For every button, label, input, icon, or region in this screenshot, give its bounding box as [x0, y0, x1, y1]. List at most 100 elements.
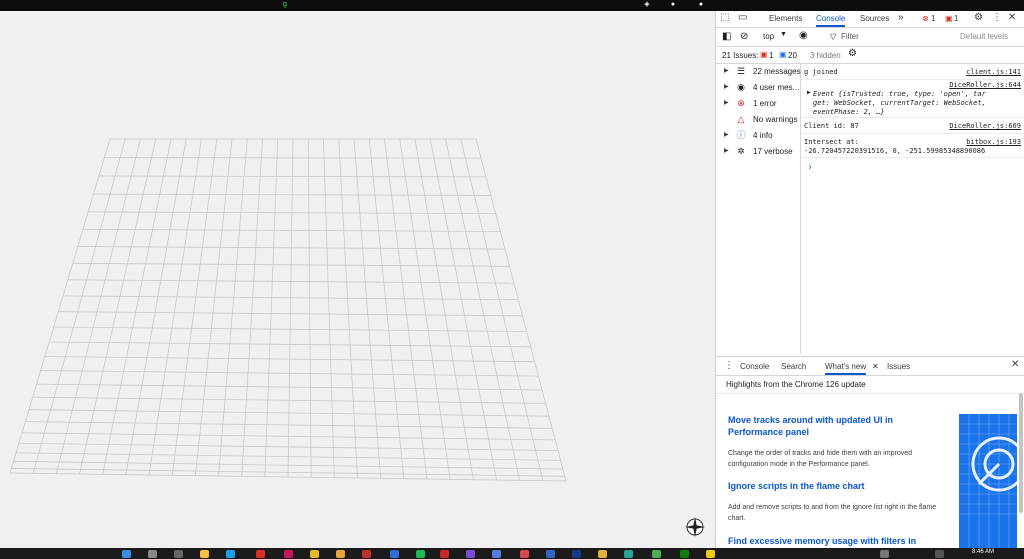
sidebar-item-user-messages[interactable]: ▶ ◉ 4 user mes...: [716, 82, 800, 96]
compass-icon[interactable]: [684, 516, 706, 538]
edge-icon[interactable]: [226, 550, 235, 558]
issue-info-icon: ▣: [779, 50, 787, 59]
clock[interactable]: 8:46 AM: [972, 549, 994, 555]
app-icon[interactable]: [310, 550, 319, 558]
expand-arrow-icon: ▶: [724, 100, 729, 106]
sidebar-item-verbose[interactable]: ▶ ✲ 17 verbose: [716, 146, 800, 160]
list-icon: ☰: [736, 66, 746, 76]
error-badge-icon: ⊗: [922, 14, 929, 23]
article-title[interactable]: Move tracks around with updated UI in Pe…: [728, 414, 918, 438]
eye-icon[interactable]: ◉: [799, 30, 808, 41]
message-text: g joined: [804, 68, 838, 76]
issues-label[interactable]: 21 Issues:: [722, 51, 758, 60]
start-icon[interactable]: [122, 550, 131, 558]
inspect-icon[interactable]: ⬚: [720, 12, 729, 23]
sidebar-item-warnings[interactable]: △ No warnings: [716, 114, 800, 128]
scrollbar[interactable]: [1019, 393, 1023, 513]
close-tab-icon[interactable]: ✕: [872, 362, 879, 371]
sidebar-item-errors[interactable]: ▶ ⊗ 1 error: [716, 98, 800, 112]
issues-bar: 21 Issues: ▣ 1 ▣ 20 3 hidden ⚙: [716, 47, 1024, 64]
grid-line: [79, 138, 157, 475]
tray-icon[interactable]: [880, 550, 889, 558]
grid-line: [323, 138, 335, 478]
folder-icon[interactable]: [336, 550, 345, 558]
issue-error-count[interactable]: 1: [769, 51, 773, 60]
xbox-icon[interactable]: [680, 550, 689, 558]
tab-elements[interactable]: Elements: [769, 14, 802, 23]
source-link[interactable]: client.js:141: [966, 68, 1021, 76]
expand-arrow-icon: ▶: [724, 148, 729, 154]
source-link[interactable]: DiceRoller.js:644: [949, 81, 1021, 89]
network-icon[interactable]: [935, 550, 944, 558]
app-icon[interactable]: [706, 550, 715, 558]
grid-line: [125, 138, 187, 475]
error-count[interactable]: 1: [931, 14, 935, 23]
expand-arrow-icon[interactable]: ▶: [807, 89, 811, 96]
source-link[interactable]: DiceRoller.js:669: [949, 122, 1021, 130]
app-icon[interactable]: [390, 550, 399, 558]
sidebar-toggle-icon[interactable]: ◧: [722, 31, 731, 42]
app-icon[interactable]: [652, 550, 661, 558]
grid-line: [399, 138, 451, 480]
app-icon[interactable]: [492, 550, 501, 558]
game-label: g: [283, 1, 287, 8]
device-icon[interactable]: ▭: [738, 12, 747, 23]
search-icon[interactable]: [148, 550, 157, 558]
sidebar-item-label: 22 messages: [753, 67, 801, 76]
spotify-icon[interactable]: [416, 550, 425, 558]
filter-input[interactable]: Filter: [841, 32, 859, 41]
grid-line: [338, 138, 358, 479]
app-icon[interactable]: [572, 550, 581, 558]
close-icon[interactable]: ✕: [1008, 12, 1016, 23]
app-icon[interactable]: [440, 550, 449, 558]
hidden-issues[interactable]: 3 hidden: [810, 51, 841, 60]
sidebar-item-info[interactable]: ▶ ⓘ 4 info: [716, 130, 800, 144]
chrome-icon[interactable]: [256, 550, 265, 558]
sidebar-item-messages[interactable]: ▶ ☰ 22 messages: [716, 66, 801, 80]
settings-icon[interactable]: ⚙: [974, 12, 983, 23]
bug-icon: ✲: [737, 146, 745, 156]
sidebar-item-label: 1 error: [753, 99, 777, 108]
article-body: Change the order of tracks and hide them…: [728, 450, 913, 468]
drawer-menu-icon[interactable]: ⋮: [724, 360, 734, 371]
drawer-tab-console[interactable]: Console: [740, 362, 769, 371]
issue-count[interactable]: 1: [954, 14, 958, 23]
issues-settings-icon[interactable]: ⚙: [848, 48, 857, 59]
shield-icon[interactable]: ◈: [643, 1, 651, 9]
users-icon[interactable]: ●: [669, 1, 677, 9]
more-tabs-icon[interactable]: »: [898, 12, 904, 23]
app-icon[interactable]: [520, 550, 529, 558]
user-icon[interactable]: ●: [697, 1, 705, 9]
kebab-menu-icon[interactable]: ⋮: [992, 12, 1002, 23]
console-prompt[interactable]: ›: [807, 162, 813, 173]
drawer-tab-whats-new[interactable]: What's new: [825, 362, 867, 375]
app-icon[interactable]: [466, 550, 475, 558]
tab-console[interactable]: Console: [816, 14, 846, 27]
expand-arrow-icon: ▶: [724, 68, 729, 74]
article-title[interactable]: Find excessive memory usage with filters…: [728, 535, 918, 547]
drawer-tab-search[interactable]: Search: [781, 362, 806, 371]
context-select[interactable]: top: [763, 32, 774, 41]
clear-console-icon[interactable]: ⊘: [740, 31, 748, 42]
message-text: -26.720457220391516, 0, -251.59985348890…: [804, 147, 986, 155]
tab-sources[interactable]: Sources: [860, 14, 889, 23]
close-drawer-icon[interactable]: ✕: [1011, 359, 1019, 370]
article-title[interactable]: Ignore scripts in the flame chart: [728, 480, 918, 492]
app-icon[interactable]: [598, 550, 607, 558]
app-icon[interactable]: [284, 550, 293, 558]
expand-arrow-icon: ▶: [724, 132, 729, 138]
app-icon[interactable]: [362, 550, 371, 558]
game-viewport[interactable]: [0, 11, 715, 548]
source-link[interactable]: bitbox.js:193: [966, 138, 1021, 146]
app-icon[interactable]: [624, 550, 633, 558]
app-icon[interactable]: [200, 550, 209, 558]
drawer-tab-issues[interactable]: Issues: [887, 362, 910, 371]
task-view-icon[interactable]: [174, 550, 183, 558]
app-icon[interactable]: [546, 550, 555, 558]
taskbar: 8:46 AM: [0, 548, 1024, 559]
issue-info-count[interactable]: 20: [788, 51, 797, 60]
levels-dropdown[interactable]: Default levels: [960, 32, 1008, 41]
grid-line: [460, 138, 544, 481]
grid-line: [475, 138, 567, 482]
grid-line: [9, 138, 111, 474]
